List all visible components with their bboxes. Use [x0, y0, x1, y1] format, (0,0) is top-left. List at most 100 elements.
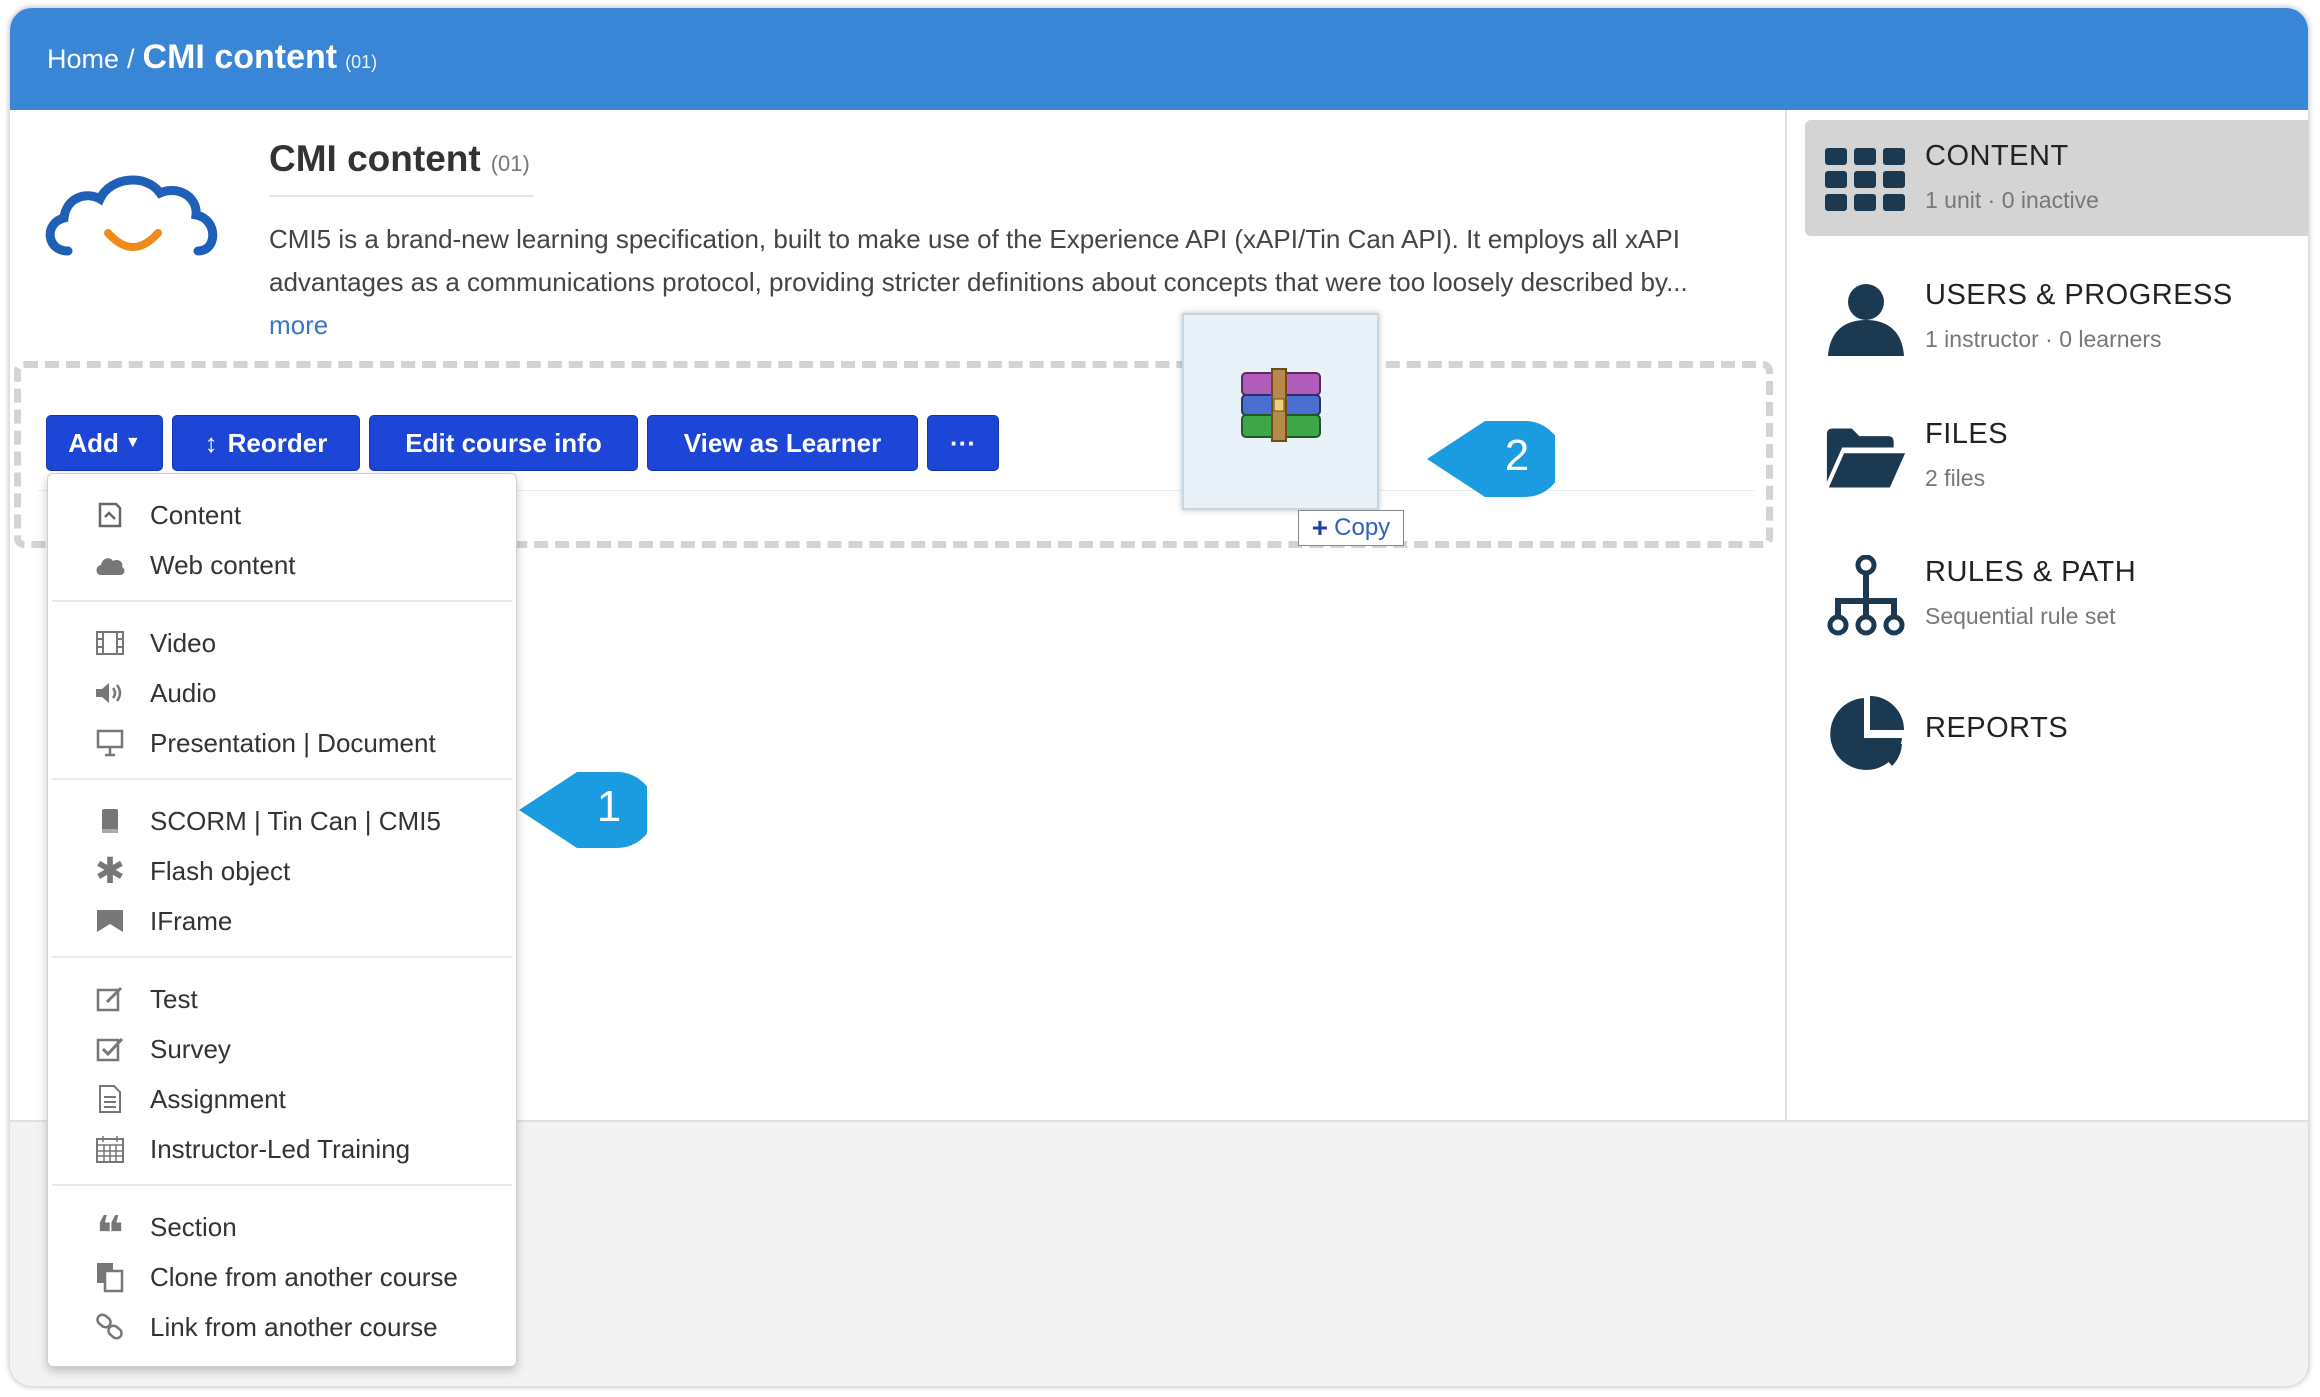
menu-item-web-content[interactable]: Web content	[48, 541, 516, 589]
course-cloud-logo-icon	[45, 175, 218, 256]
folder-icon	[1825, 418, 1907, 498]
menu-item-instructor-led-training[interactable]: Instructor-Led Training	[48, 1125, 516, 1173]
content-icon	[93, 498, 127, 532]
speaker-icon	[93, 676, 127, 710]
edit-course-info-button[interactable]: Edit course info	[369, 415, 638, 471]
breadcrumb-code: (01)	[345, 52, 378, 72]
menu-item-assignment[interactable]: Assignment	[48, 1075, 516, 1123]
menu-item-survey[interactable]: Survey	[48, 1025, 516, 1073]
menu-item-label: Link from another course	[150, 1311, 438, 1342]
callout-number-1: 1	[596, 782, 622, 831]
sidebar-item-subtitle: Sequential rule set	[1925, 603, 2116, 629]
menu-item-label: Presentation | Document	[150, 727, 436, 758]
top-bar: Home / CMI content (01)	[10, 8, 2308, 110]
menu-item-label: Clone from another course	[150, 1261, 458, 1292]
sidebar-item-title: REPORTS	[1925, 712, 2069, 744]
grid-icon	[1825, 140, 1907, 220]
menu-item-label: IFrame	[150, 905, 233, 936]
add-button[interactable]: Add ▼	[46, 415, 163, 471]
link-icon	[93, 1310, 127, 1344]
menu-item-label: Instructor-Led Training	[150, 1133, 411, 1164]
presentation-icon	[93, 726, 127, 760]
edit-icon	[93, 982, 127, 1016]
menu-item-flash-object[interactable]: ✱ Flash object	[48, 847, 516, 895]
reorder-button[interactable]: ↕ Reorder	[172, 415, 360, 471]
breadcrumb-separator: /	[127, 44, 135, 74]
quote-icon: ❝	[95, 1208, 125, 1261]
sidebar-item-title: CONTENT	[1925, 140, 2069, 172]
add-button-label: Add	[68, 427, 119, 458]
vertical-arrows-icon: ↕	[204, 427, 218, 458]
package-icon	[93, 804, 127, 838]
sidebar-item-title: FILES	[1925, 418, 2009, 450]
menu-item-section[interactable]: ❝ Section	[48, 1203, 516, 1261]
iframe-icon	[93, 904, 127, 938]
menu-item-label: Test	[150, 983, 198, 1014]
sitemap-icon	[1825, 555, 1907, 636]
sidebar-item-reports[interactable]: REPORTS	[1805, 674, 2308, 790]
dragged-file[interactable]	[1182, 313, 1379, 510]
menu-item-link-course[interactable]: Link from another course	[48, 1303, 516, 1351]
more-link[interactable]: more	[269, 310, 328, 340]
menu-item-content[interactable]: Content	[48, 491, 516, 539]
menu-divider	[52, 1184, 512, 1186]
cloud-icon	[93, 548, 127, 582]
calendar-icon	[93, 1132, 127, 1166]
view-as-learner-button[interactable]: View as Learner	[647, 415, 918, 471]
course-description: CMI5 is a brand-new learning specificati…	[269, 218, 1739, 347]
course-title-text: CMI content	[269, 138, 481, 179]
course-title: CMI content (01)	[269, 138, 530, 180]
sidebar-item-title: USERS & PROGRESS	[1925, 279, 2233, 311]
menu-item-test[interactable]: Test	[48, 975, 516, 1023]
title-divider	[269, 195, 534, 197]
sidebar-item-content[interactable]: CONTENT 1 unit · 0 inactive	[1805, 120, 2308, 236]
sidebar-item-subtitle: 2 files	[1925, 465, 1986, 491]
breadcrumb-current: CMI content	[142, 38, 338, 76]
checkbox-icon	[93, 1032, 127, 1066]
breadcrumb-home[interactable]: Home	[47, 44, 119, 75]
add-dropdown-menu: Content Web content Video Audio Presenta…	[47, 473, 517, 1367]
app-window: Home / CMI content (01) CMI content (01)…	[10, 8, 2308, 1386]
menu-item-audio[interactable]: Audio	[48, 669, 516, 717]
clone-icon	[93, 1260, 127, 1294]
sidebar-item-users-progress[interactable]: USERS & PROGRESS 1 instructor · 0 learne…	[1805, 259, 2308, 375]
sidebar-item-rules-path[interactable]: RULES & PATH Sequential rule set	[1805, 536, 2308, 652]
pie-chart-icon	[1825, 694, 1907, 774]
breadcrumb: Home / CMI content (01)	[47, 38, 377, 77]
menu-item-label: Assignment	[150, 1083, 286, 1114]
menu-item-scorm[interactable]: SCORM | Tin Can | CMI5	[48, 797, 516, 845]
user-icon	[1825, 279, 1907, 359]
menu-item-label: Audio	[150, 677, 217, 708]
sidebar-item-subtitle: 1 unit · 0 inactive	[1925, 187, 2099, 213]
menu-item-presentation[interactable]: Presentation | Document	[48, 719, 516, 767]
reorder-button-label: Reorder	[227, 427, 328, 458]
asterisk-icon: ✱	[94, 850, 126, 891]
menu-item-video[interactable]: Video	[48, 619, 516, 667]
sidebar-item-title: RULES & PATH	[1925, 556, 2137, 588]
film-icon	[93, 626, 127, 660]
course-description-text: CMI5 is a brand-new learning specificati…	[269, 224, 1688, 297]
sidebar-item-subtitle: 1 instructor · 0 learners	[1925, 326, 2162, 352]
menu-item-label: Survey	[150, 1033, 231, 1064]
copy-tooltip: + Copy	[1298, 510, 1404, 546]
menu-item-clone-course[interactable]: Clone from another course	[48, 1253, 516, 1301]
menu-item-label: Web content	[150, 549, 296, 580]
course-code: (01)	[490, 151, 530, 176]
plus-icon: +	[1311, 512, 1329, 543]
menu-item-label: Content	[150, 499, 242, 530]
winrar-archive-icon	[1241, 368, 1321, 442]
menu-divider	[52, 778, 512, 780]
course-sidebar: CONTENT 1 unit · 0 inactive USERS & PROG…	[1787, 110, 2308, 1120]
more-options-button[interactable]: ···	[927, 415, 999, 471]
menu-item-label: SCORM | Tin Can | CMI5	[150, 805, 441, 836]
document-icon	[93, 1082, 127, 1116]
copy-tooltip-label: Copy	[1334, 514, 1391, 541]
menu-divider	[52, 956, 512, 958]
sidebar-item-files[interactable]: FILES 2 files	[1805, 398, 2308, 514]
menu-divider	[52, 600, 512, 602]
callout-number-2: 2	[1504, 431, 1530, 480]
course-toolbar: Add ▼ ↕ Reorder Edit course info View as…	[46, 415, 999, 471]
menu-item-label: Flash object	[150, 855, 291, 886]
menu-item-label: Section	[150, 1211, 237, 1242]
menu-item-iframe[interactable]: IFrame	[48, 897, 516, 945]
